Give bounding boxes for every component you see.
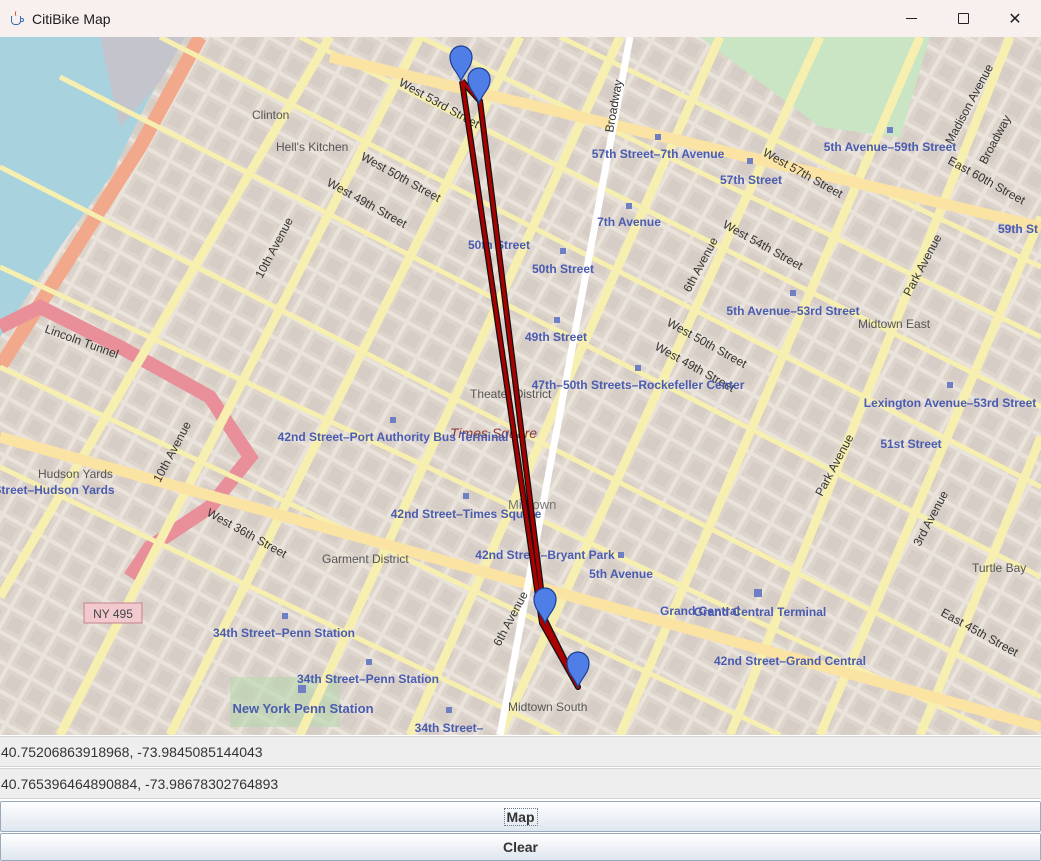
station-label: 42nd Street–Times Square (391, 507, 542, 521)
java-cup-icon (9, 10, 25, 27)
start-coordinates-field[interactable]: 40.75206863918968, -73.9845085144043 (0, 736, 1041, 767)
minimize-button[interactable] (885, 0, 937, 37)
clear-button-label: Clear (502, 839, 539, 855)
station-label: 42nd Street–Port Authority Bus Terminal (278, 430, 509, 444)
station-label: 59th St (998, 222, 1038, 236)
maximize-button[interactable] (937, 0, 989, 37)
place-label: Midtown East (858, 317, 931, 331)
station-label: 34th Street–Penn Station (297, 672, 439, 686)
place-label: Hudson Yards (38, 467, 113, 481)
station-label: 57th Street–7th Avenue (592, 147, 725, 161)
place-label: Hell's Kitchen (276, 140, 348, 154)
window-controls: ✕ (885, 0, 1041, 37)
station-label: 50th Street (532, 262, 594, 276)
station-label: 51st Street (880, 437, 941, 451)
station-label: 7th Avenue (597, 215, 661, 229)
place-label: Clinton (252, 108, 289, 122)
station-label: Lexington Avenue–53rd Street (864, 396, 1037, 410)
station-label: 57th Street (720, 173, 782, 187)
map-viewer[interactable]: Clinton Hell's Kitchen Theater District … (0, 37, 1041, 735)
station-label: 34th Street–Hudson Yards (0, 483, 115, 497)
minimize-icon (905, 18, 917, 19)
window-title: CitiBike Map (32, 10, 111, 27)
station-label: New York Penn Station (232, 701, 373, 716)
map-button-label: Map (503, 807, 538, 826)
station-label: 42nd Street–Grand Central (714, 654, 866, 668)
station-label: 34th Street–Penn Station (213, 626, 355, 640)
title-bar: CitiBike Map ✕ (0, 0, 1041, 37)
route-shield-label: NY 495 (93, 607, 133, 621)
close-icon: ✕ (1008, 9, 1022, 28)
close-button[interactable]: ✕ (989, 0, 1041, 37)
station-label: 42nd Street–Bryant Park (475, 548, 615, 562)
place-label: Turtle Bay (972, 561, 1026, 575)
map-button[interactable]: Map (0, 801, 1041, 832)
station-label: 5th Avenue–53rd Street (726, 304, 859, 318)
station-label: 49th Street (525, 330, 587, 344)
end-coordinates-field[interactable]: 40.765396464890884, -73.98678302764893 (0, 768, 1041, 799)
station-label: Grand Central Terminal (694, 605, 826, 619)
station-label: 34th Street– (415, 721, 484, 735)
place-label: Midtown South (508, 700, 587, 714)
station-label: 5th Avenue–59th Street (824, 140, 957, 154)
maximize-icon (957, 13, 969, 24)
clear-button[interactable]: Clear (0, 833, 1041, 861)
station-label: 5th Avenue (589, 567, 653, 581)
place-label: Garment District (322, 552, 409, 566)
station-label: 47th–50th Streets–Rockefeller Center (532, 378, 745, 392)
map-canvas[interactable]: Clinton Hell's Kitchen Theater District … (0, 37, 1041, 735)
